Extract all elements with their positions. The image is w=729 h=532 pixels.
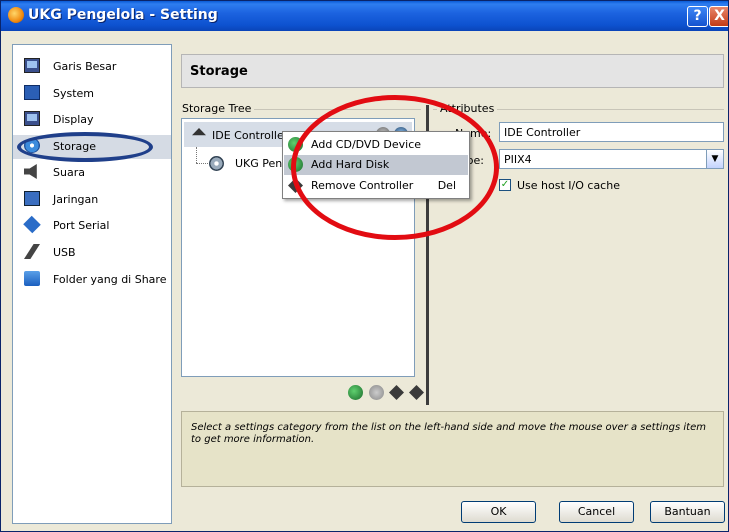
use-host-cache-checkbox[interactable]: ✓ bbox=[499, 179, 511, 191]
sidebar-item-port-serial[interactable]: Port Serial bbox=[13, 214, 171, 238]
sidebar-item-label: Folder yang di Share bbox=[53, 273, 167, 286]
page-title: Storage bbox=[190, 64, 248, 79]
sidebar-item-label: System bbox=[53, 87, 95, 100]
settings-window: UKG Pengelola - Setting ? X Garis Besar … bbox=[0, 0, 729, 532]
serial-port-icon bbox=[23, 215, 41, 234]
remove-attachment-icon[interactable] bbox=[409, 385, 424, 400]
chip-icon bbox=[24, 85, 40, 100]
use-host-cache-label: Use host I/O cache bbox=[517, 179, 620, 192]
help-footer-button[interactable]: Bantuan bbox=[650, 501, 725, 523]
ok-button[interactable]: OK bbox=[461, 501, 536, 523]
remove-controller-icon[interactable] bbox=[369, 385, 384, 400]
sidebar-item-label: USB bbox=[53, 246, 76, 259]
controller-icon bbox=[192, 128, 206, 136]
controller-label: IDE Controlle bbox=[212, 129, 284, 142]
page-header: Storage bbox=[181, 54, 724, 88]
sidebar-item-system[interactable]: System bbox=[13, 82, 171, 106]
add-controller-icon[interactable] bbox=[348, 385, 363, 400]
sidebar-item-label: Garis Besar bbox=[53, 60, 117, 73]
sidebar-item-jaringan[interactable]: Jaringan bbox=[13, 188, 171, 212]
sidebar-item-label: Port Serial bbox=[53, 219, 110, 232]
name-value: IDE Controller bbox=[504, 126, 581, 139]
info-text: Select a settings category from the list… bbox=[191, 422, 706, 445]
sidebar-item-label: Jaringan bbox=[53, 193, 99, 206]
network-icon bbox=[24, 191, 40, 206]
sidebar-item-display[interactable]: Display bbox=[13, 108, 171, 132]
window-title: UKG Pengelola - Setting bbox=[28, 7, 218, 23]
sidebar-item-suara[interactable]: Suara bbox=[13, 161, 171, 185]
sidebar-item-label: Suara bbox=[53, 166, 85, 179]
disk-label: UKG Pen bbox=[235, 157, 283, 170]
sidebar-item-folder-share[interactable]: Folder yang di Share bbox=[13, 268, 171, 292]
display-icon bbox=[24, 111, 40, 126]
close-button[interactable]: X bbox=[709, 6, 728, 27]
usb-icon bbox=[24, 244, 40, 259]
storage-tree-label: Storage Tree bbox=[179, 102, 255, 115]
type-select[interactable]: PIIX4 ▼ bbox=[499, 149, 724, 169]
add-attachment-icon[interactable] bbox=[389, 385, 404, 400]
app-icon bbox=[8, 7, 24, 23]
info-panel: Select a settings category from the list… bbox=[181, 411, 724, 487]
help-button[interactable]: ? bbox=[687, 6, 708, 27]
tree-connector bbox=[196, 147, 198, 163]
category-list: Garis Besar System Display Storage Suara… bbox=[12, 44, 172, 524]
chevron-down-icon[interactable]: ▼ bbox=[706, 150, 723, 168]
name-field[interactable]: IDE Controller bbox=[499, 122, 724, 142]
sidebar-item-label: Display bbox=[53, 113, 94, 126]
tree-connector bbox=[196, 163, 208, 165]
menu-highlight-oval bbox=[291, 95, 499, 240]
sidebar-item-garis-besar[interactable]: Garis Besar bbox=[13, 55, 171, 79]
sidebar-item-usb[interactable]: USB bbox=[13, 241, 171, 265]
cancel-button[interactable]: Cancel bbox=[559, 501, 634, 523]
type-value: PIIX4 bbox=[504, 153, 532, 166]
speaker-icon bbox=[24, 164, 37, 179]
folder-icon bbox=[24, 271, 40, 286]
title-bar: UKG Pengelola - Setting ? X bbox=[1, 1, 728, 31]
storage-highlight-oval bbox=[17, 132, 153, 162]
monitor-icon bbox=[24, 58, 40, 73]
cd-disc-icon bbox=[209, 156, 224, 171]
